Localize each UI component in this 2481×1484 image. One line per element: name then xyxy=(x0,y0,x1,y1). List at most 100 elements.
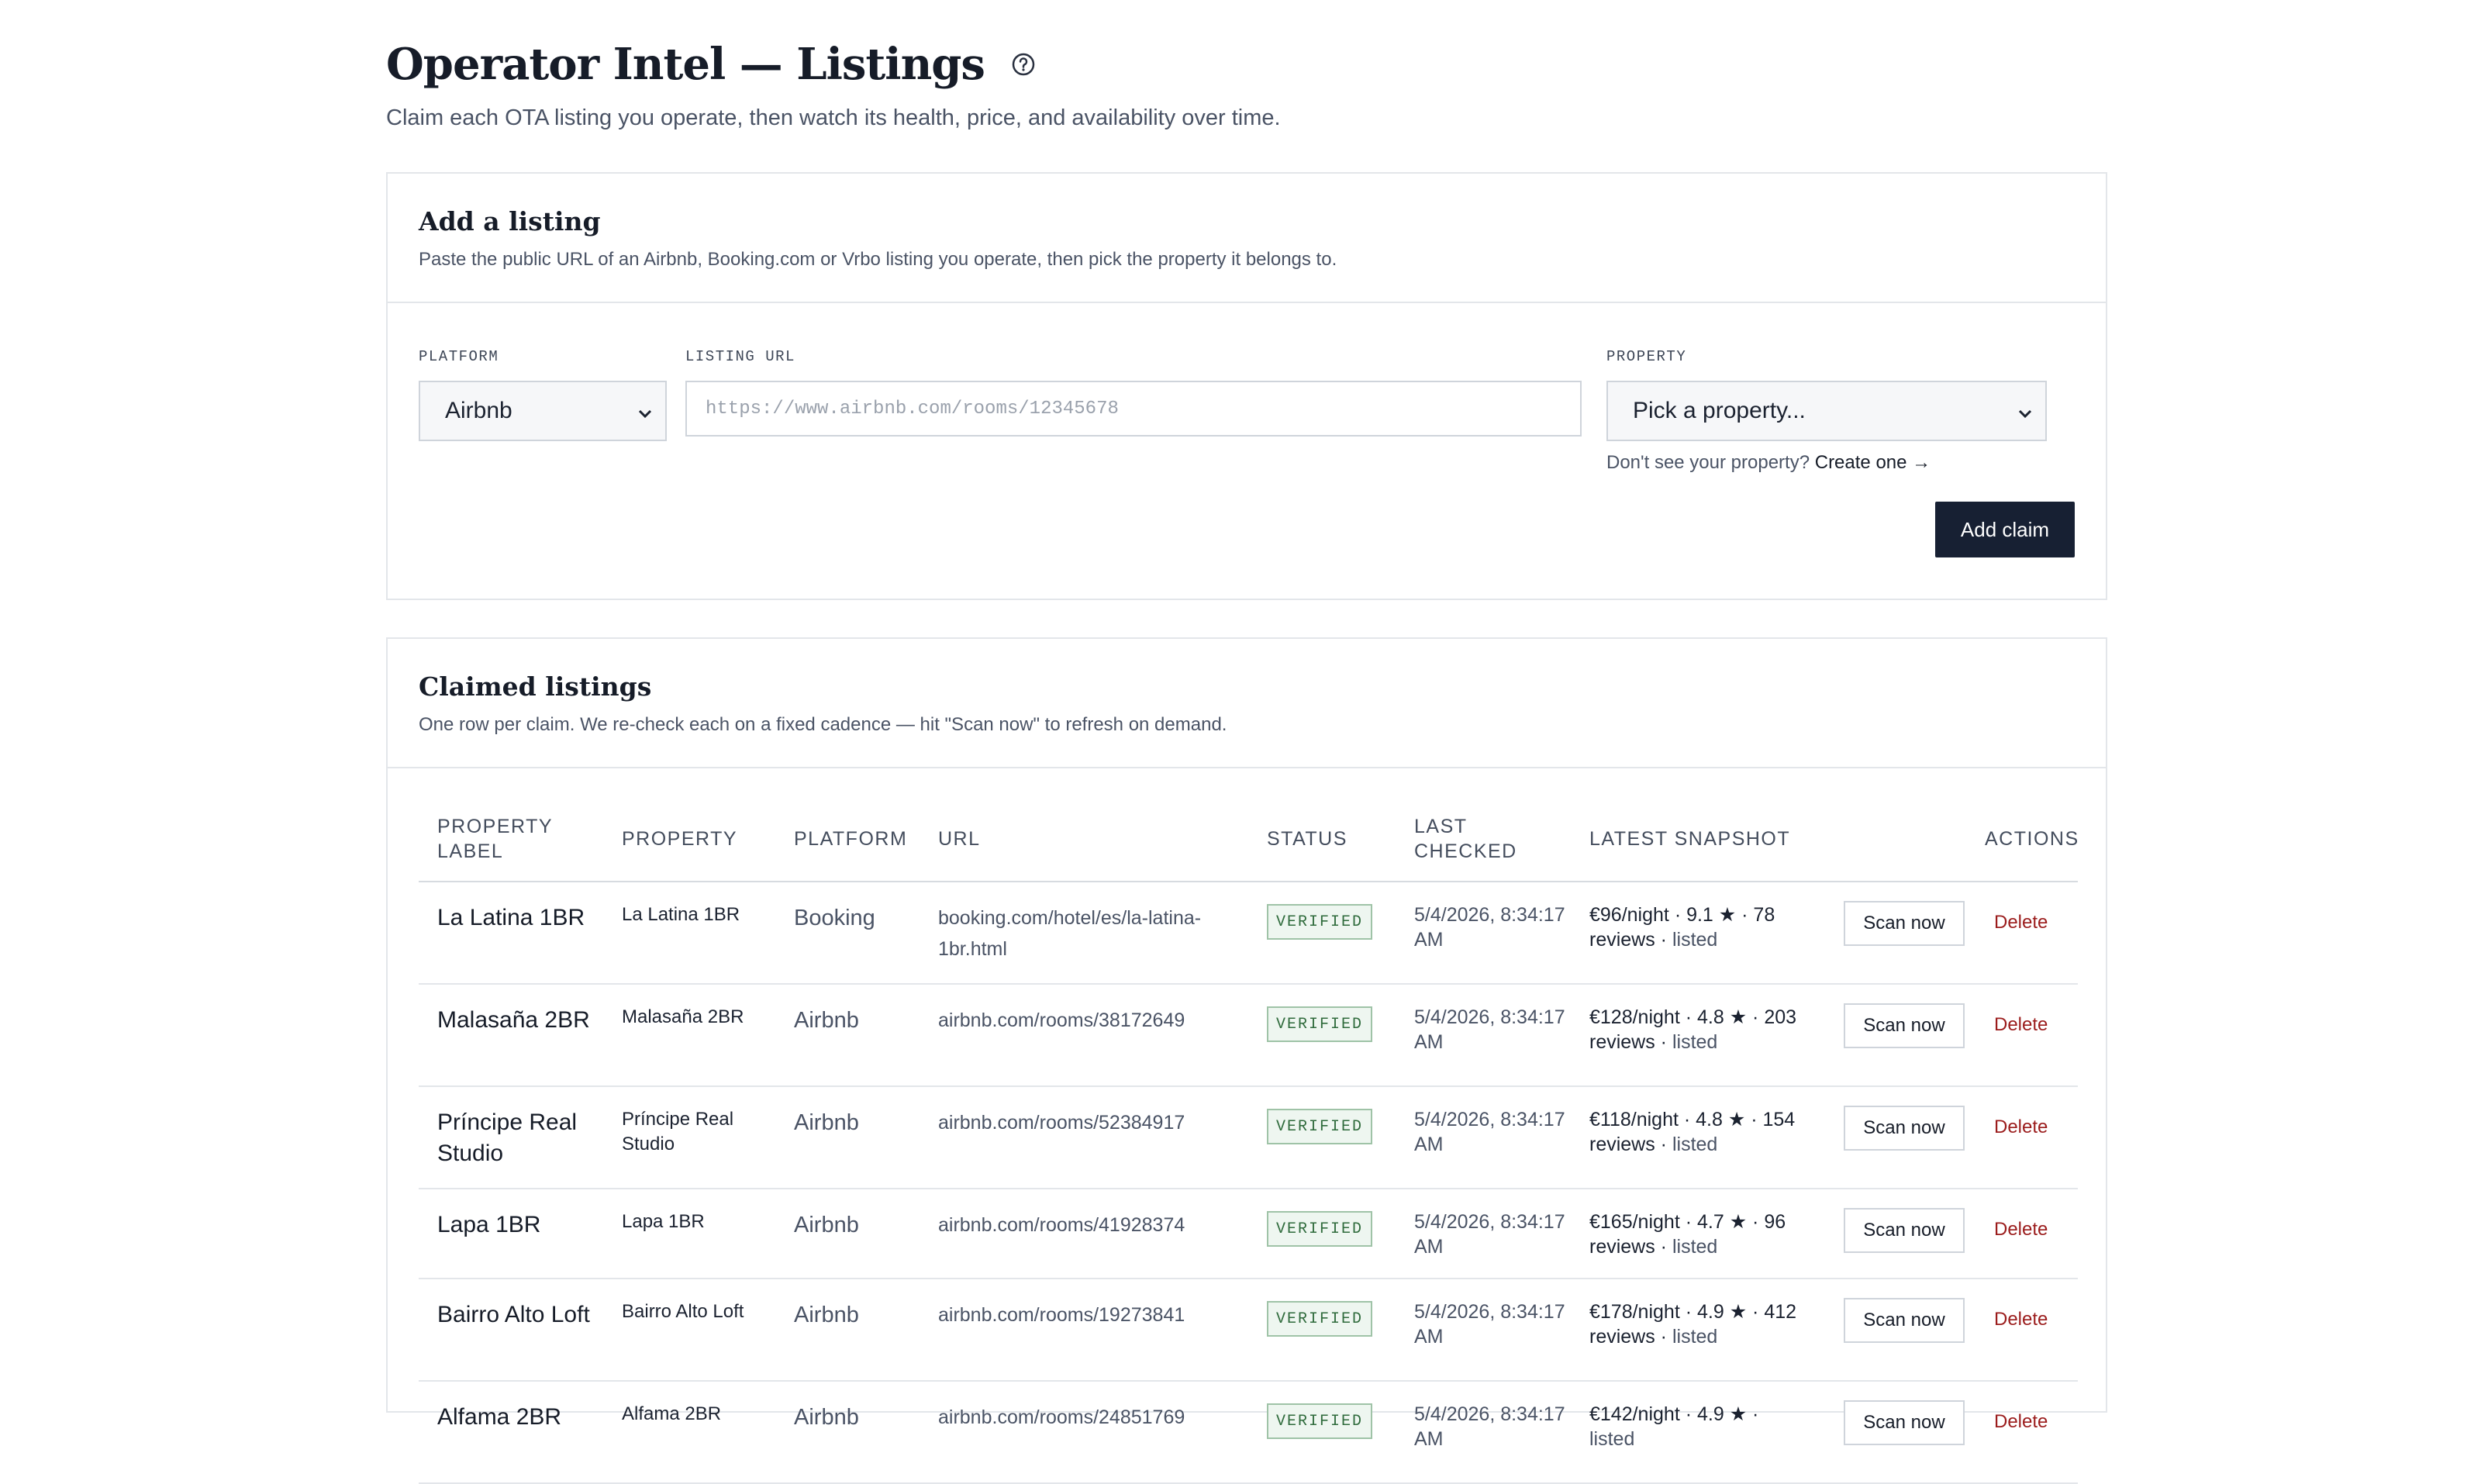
row-last-checked: 5/4/2026, 8:34:17 AM xyxy=(1414,1403,1565,1450)
platform-select[interactable]: Airbnb xyxy=(419,381,667,441)
scan-now-button[interactable]: Scan now xyxy=(1844,901,1965,946)
row-property: La Latina 1BR xyxy=(622,904,740,925)
claimed-listings-description: One row per claim. We re-check each on a… xyxy=(419,714,1227,735)
status-badge: VERIFIED xyxy=(1267,1403,1372,1439)
col-latest-snapshot: LATEST SNAPSHOT xyxy=(1589,828,1791,850)
delete-button[interactable]: Delete xyxy=(1994,1411,2048,1433)
col-property: PROPERTY xyxy=(622,828,738,850)
platform-select-value: Airbnb xyxy=(445,398,512,423)
table-row: Alfama 2BR Alfama 2BR Airbnb airbnb.com/… xyxy=(419,1382,2078,1484)
page-subtitle: Claim each OTA listing you operate, then… xyxy=(386,105,1281,130)
row-property: Bairro Alto Loft xyxy=(622,1301,744,1322)
snapshot-listed-status: listed xyxy=(1672,1134,1718,1155)
row-platform: Airbnb xyxy=(794,1303,859,1327)
row-platform: Airbnb xyxy=(794,1405,859,1430)
row-property-label: La Latina 1BR xyxy=(437,905,585,930)
add-claim-button[interactable]: Add claim xyxy=(1935,502,2075,557)
col-url: URL xyxy=(938,828,981,850)
row-latest-snapshot: €165/night · 4.7 ★ · 96 reviews · listed xyxy=(1589,1210,1806,1259)
table-row: Bairro Alto Loft Bairro Alto Loft Airbnb… xyxy=(419,1279,2078,1382)
listing-url-input[interactable]: https://www.airbnb.com/rooms/12345678 xyxy=(685,381,1582,437)
snapshot-listed-status: listed xyxy=(1589,1428,1635,1450)
snapshot-summary: €142/night · 4.9 ★ · xyxy=(1589,1403,1759,1425)
property-select[interactable]: Pick a property... xyxy=(1606,381,2047,441)
delete-button[interactable]: Delete xyxy=(1994,1309,2048,1330)
add-listing-form: PLATFORM Airbnb LISTING URL https://www.… xyxy=(388,303,2106,582)
row-latest-snapshot: €96/night · 9.1 ★ · 78 reviews · listed xyxy=(1589,902,1806,952)
row-property-label: Malasaña 2BR xyxy=(437,1007,590,1033)
row-url[interactable]: airbnb.com/rooms/52384917 xyxy=(938,1107,1233,1138)
row-latest-snapshot: €118/night · 4.8 ★ · 154 reviews · liste… xyxy=(1589,1107,1806,1157)
table-row: Príncipe Real Studio Príncipe Real Studi… xyxy=(419,1087,2078,1189)
col-actions: ACTIONS xyxy=(1985,828,2079,850)
property-label: PROPERTY xyxy=(1606,348,1687,365)
col-property-label: PROPERTY LABEL xyxy=(437,816,553,862)
row-property-label: Príncipe Real Studio xyxy=(437,1110,578,1166)
status-badge: VERIFIED xyxy=(1267,904,1372,940)
page-header: Operator Intel — Listings Claim each OTA… xyxy=(386,39,1281,131)
platform-label: PLATFORM xyxy=(419,348,499,365)
delete-button[interactable]: Delete xyxy=(1994,1219,2048,1241)
row-property: Lapa 1BR xyxy=(622,1211,705,1232)
row-last-checked: 5/4/2026, 8:34:17 AM xyxy=(1414,904,1565,951)
row-platform: Airbnb xyxy=(794,1008,859,1033)
listing-url-label: LISTING URL xyxy=(685,348,795,365)
property-select-value: Pick a property... xyxy=(1633,398,1806,423)
add-listing-title: Add a listing xyxy=(419,206,601,236)
page-title: Operator Intel — Listings xyxy=(386,39,985,90)
delete-button[interactable]: Delete xyxy=(1994,1116,2048,1138)
snapshot-listed-status: listed xyxy=(1672,1031,1718,1053)
row-latest-snapshot: €178/night · 4.9 ★ · 412 reviews · liste… xyxy=(1589,1299,1806,1349)
row-url[interactable]: airbnb.com/rooms/38172649 xyxy=(938,1005,1233,1036)
delete-button[interactable]: Delete xyxy=(1994,912,2048,934)
scan-now-button[interactable]: Scan now xyxy=(1844,1208,1965,1253)
claims-table: PROPERTY LABEL PROPERTY PLATFORM URL STA… xyxy=(419,772,2078,1484)
table-row: Malasaña 2BR Malasaña 2BR Airbnb airbnb.… xyxy=(419,985,2078,1087)
property-hint: Don't see your property? Create one → xyxy=(1606,452,1931,474)
snapshot-listed-status: listed xyxy=(1672,929,1718,951)
snapshot-listed-status: listed xyxy=(1672,1236,1718,1258)
row-platform: Booking xyxy=(794,906,875,930)
create-property-link[interactable]: Create one → xyxy=(1815,452,1931,473)
status-badge: VERIFIED xyxy=(1267,1211,1372,1247)
row-platform: Airbnb xyxy=(794,1110,859,1135)
claimed-listings-header: Claimed listings One row per claim. We r… xyxy=(388,639,2106,768)
table-row: La Latina 1BR La Latina 1BR Booking book… xyxy=(419,882,2078,985)
col-platform: PLATFORM xyxy=(794,828,908,850)
chevron-down-icon xyxy=(636,402,654,421)
col-status: STATUS xyxy=(1267,828,1347,850)
col-last-checked: LAST CHECKED xyxy=(1414,816,1517,862)
claimed-listings-title: Claimed listings xyxy=(419,671,652,702)
row-property: Malasaña 2BR xyxy=(622,1006,744,1027)
add-listing-header: Add a listing Paste the public URL of an… xyxy=(388,174,2106,303)
row-latest-snapshot: €142/night · 4.9 ★ · listed xyxy=(1589,1402,1806,1451)
row-last-checked: 5/4/2026, 8:34:17 AM xyxy=(1414,1109,1565,1155)
row-url[interactable]: airbnb.com/rooms/24851769 xyxy=(938,1402,1233,1433)
row-last-checked: 5/4/2026, 8:34:17 AM xyxy=(1414,1301,1565,1348)
table-row: Lapa 1BR Lapa 1BR Airbnb airbnb.com/room… xyxy=(419,1189,2078,1279)
row-url[interactable]: airbnb.com/rooms/19273841 xyxy=(938,1299,1233,1330)
row-last-checked: 5/4/2026, 8:34:17 AM xyxy=(1414,1211,1565,1258)
add-listing-card: Add a listing Paste the public URL of an… xyxy=(386,172,2107,600)
help-icon[interactable] xyxy=(1011,52,1036,77)
row-property: Alfama 2BR xyxy=(622,1403,722,1424)
table-header: PROPERTY LABEL PROPERTY PLATFORM URL STA… xyxy=(419,772,2078,882)
row-property-label: Bairro Alto Loft xyxy=(437,1302,590,1327)
delete-button[interactable]: Delete xyxy=(1994,1014,2048,1036)
row-latest-snapshot: €128/night · 4.8 ★ · 203 reviews · liste… xyxy=(1589,1005,1806,1054)
row-property-label: Lapa 1BR xyxy=(437,1212,541,1237)
scan-now-button[interactable]: Scan now xyxy=(1844,1003,1965,1048)
row-platform: Airbnb xyxy=(794,1213,859,1237)
row-last-checked: 5/4/2026, 8:34:17 AM xyxy=(1414,1006,1565,1053)
row-url[interactable]: booking.com/hotel/es/la-latina-1br.html xyxy=(938,902,1233,965)
row-url[interactable]: airbnb.com/rooms/41928374 xyxy=(938,1210,1233,1241)
status-badge: VERIFIED xyxy=(1267,1109,1372,1144)
claimed-listings-card: Claimed listings One row per claim. We r… xyxy=(386,637,2107,1484)
scan-now-button[interactable]: Scan now xyxy=(1844,1400,1965,1445)
row-property: Príncipe Real Studio xyxy=(622,1109,734,1154)
scan-now-button[interactable]: Scan now xyxy=(1844,1106,1965,1151)
row-property-label: Alfama 2BR xyxy=(437,1404,562,1430)
scan-now-button[interactable]: Scan now xyxy=(1844,1298,1965,1343)
status-badge: VERIFIED xyxy=(1267,1006,1372,1042)
chevron-down-icon xyxy=(2016,402,2034,421)
